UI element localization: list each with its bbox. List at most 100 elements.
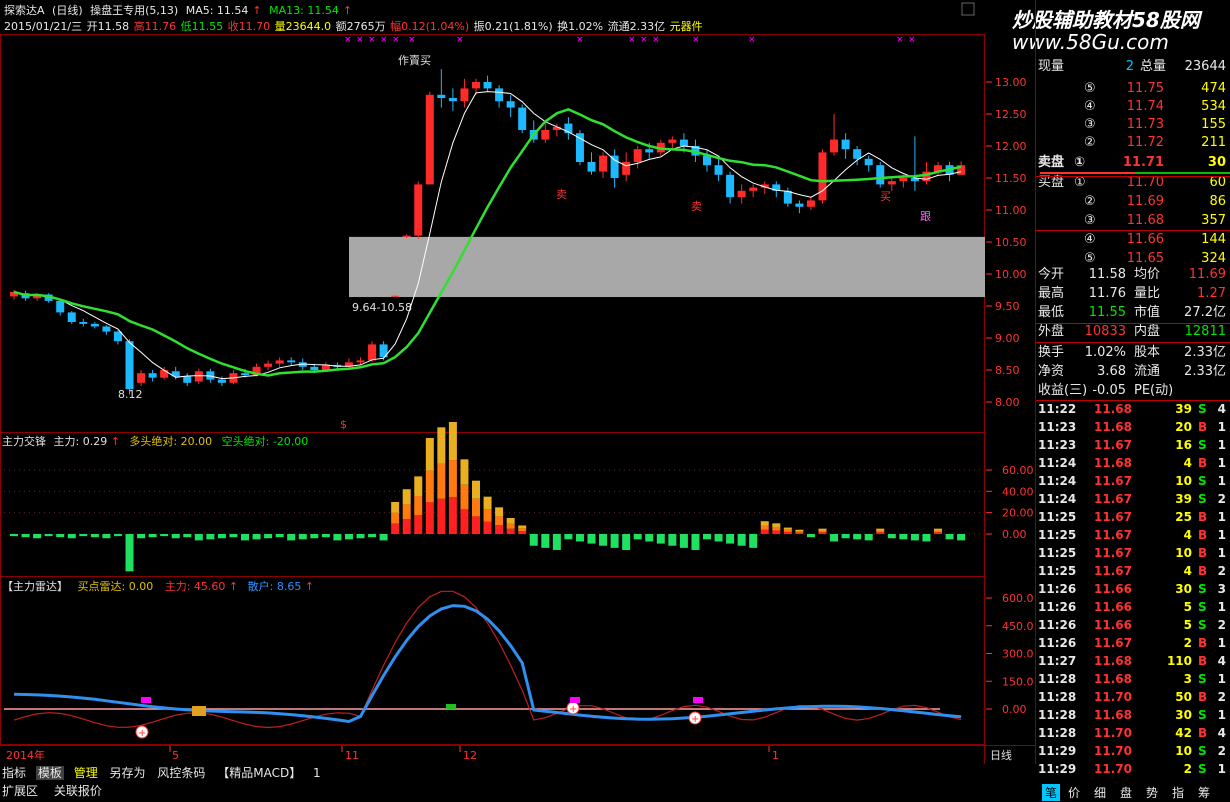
main-force-bar (518, 531, 527, 534)
tick-row: 11:26 11.66 30 S 3 (1038, 582, 1226, 596)
bid-ask-divider (1040, 172, 1230, 174)
short-force-bar (622, 534, 631, 550)
main-force-bar (495, 516, 504, 526)
tick-row: 11:26 11.66 5 S 1 (1038, 600, 1226, 614)
right-tab-0[interactable]: 笔 (1042, 784, 1061, 801)
candle-body (391, 295, 400, 297)
buy-label: 买 (880, 190, 891, 203)
candle-body (633, 149, 642, 162)
tick-row: 11:28 11.68 3 S 1 (1038, 672, 1226, 686)
chart-area[interactable]: 9.64-10.58 × × × × × × × × × × × × × × × 8.12 作賣买 卖 卖 … (0, 0, 1036, 764)
time-m5: 5 (172, 749, 179, 762)
short-force-bar (887, 534, 896, 539)
related-quote-button[interactable]: 关联报价 (52, 784, 104, 798)
candle-body (79, 322, 88, 324)
candle-body (356, 360, 365, 363)
panel2-kongtou: 空头绝对: -20.00 (222, 434, 309, 448)
main-force-bar (795, 532, 804, 534)
short-force-bar (922, 534, 931, 542)
radar-signal-icon (693, 697, 703, 703)
short-force-bar (102, 534, 111, 539)
tick-row: 11:25 11.67 10 B 1 (1038, 546, 1226, 560)
sell-label-2: 卖 (691, 200, 702, 213)
candle-body (67, 312, 76, 322)
main-force-bar (437, 463, 446, 499)
short-force-bar (633, 534, 642, 540)
window-toggle-icon[interactable] (961, 2, 975, 16)
right-tab-4[interactable]: 势 (1146, 784, 1158, 801)
panel2-duotou: 多头绝对: 20.00 (129, 434, 212, 448)
tick-row: 11:24 11.67 10 S 1 (1038, 474, 1226, 488)
tick-list[interactable]: 11:22 11.68 39 S 4 11:23 11.68 20 B 1 11:23 11.67 16… (1036, 400, 1230, 780)
main-force-bar (506, 518, 515, 524)
signal-marker: × (408, 35, 416, 45)
candle-body (876, 165, 885, 185)
short-force-bar (344, 534, 353, 540)
main-force-bar (483, 521, 492, 534)
panel2-tick: 20.00 (1002, 507, 1034, 520)
toolbar-saveas[interactable]: 另存为 (108, 766, 148, 780)
candle-body (806, 200, 815, 207)
main-force-bar (391, 502, 400, 513)
panel2-title: 主力交锋 (2, 434, 46, 448)
right-tabs: 笔价细盘势指筹 (1036, 782, 1230, 802)
short-force-bar (714, 534, 723, 542)
candle-body (148, 373, 157, 378)
short-force-bar (160, 534, 169, 537)
short-force-bar (148, 534, 157, 538)
panel-separator (1036, 342, 1230, 343)
tick-row: 11:22 11.68 39 S 4 (1038, 402, 1226, 416)
main-force-bar (772, 523, 781, 527)
toolbar-manage[interactable]: 管理 (72, 766, 100, 780)
short-force-bar (333, 534, 342, 541)
time-axis: 2014年 5 11 12 1 (6, 746, 779, 762)
main-force-bar (876, 532, 885, 534)
panel-separator (1036, 400, 1230, 401)
buy-row: ④ 11.66 144 (1084, 232, 1226, 247)
sell-label-1: 卖 (556, 188, 567, 201)
right-tab-6[interactable]: 筹 (1198, 784, 1210, 801)
short-force-bar (137, 534, 146, 539)
candle-body (818, 152, 827, 201)
short-force-bar (287, 534, 296, 541)
toolbar-macd[interactable]: 【精品MACD】 (215, 766, 303, 780)
tick-row: 11:23 11.68 20 B 1 (1038, 420, 1226, 434)
right-tab-5[interactable]: 指 (1172, 784, 1184, 801)
main-force-bar (818, 530, 827, 533)
time-m11: 11 (345, 749, 359, 762)
candle-body (183, 376, 192, 383)
price-tick: 10.50 (995, 236, 1027, 249)
tick-row: 11:25 11.67 25 B 1 (1038, 510, 1226, 524)
toolbar-template[interactable]: 模板 (35, 766, 64, 780)
panel3-sanhu: 散户: 8.65 (248, 579, 302, 593)
short-force-bar (125, 534, 134, 572)
main-force-bar (518, 528, 527, 532)
main-force-bar (483, 509, 492, 522)
right-tab-3[interactable]: 盘 (1120, 784, 1132, 801)
tick-row: 11:23 11.67 16 S 1 (1038, 438, 1226, 452)
price-tick: 9.00 (995, 332, 1020, 345)
panel2-tick: 60.00 (1002, 464, 1034, 477)
right-tab-1[interactable]: 价 (1068, 784, 1080, 801)
tick-row: 11:24 11.68 4 B 1 (1038, 456, 1226, 470)
main-force-bar (818, 532, 827, 534)
toolbar-page[interactable]: 1 (311, 766, 323, 780)
short-force-bar (264, 534, 273, 539)
candle-body (264, 363, 273, 367)
main-force-bar (783, 531, 792, 534)
signal-marker: × (692, 35, 700, 45)
main-force-bar (772, 530, 781, 534)
short-force-bar (726, 534, 735, 544)
panel2-tick: 0.00 (1002, 528, 1027, 541)
toolbar-risk[interactable]: 风控条码 (155, 766, 207, 780)
short-force-bar (552, 534, 561, 550)
short-force-bar (298, 534, 307, 540)
tick-row: 11:28 11.68 30 S 1 (1038, 708, 1226, 722)
candle-body (368, 344, 377, 361)
right-tab-2[interactable]: 细 (1094, 784, 1106, 801)
candle-body (472, 82, 480, 89)
short-force-bar (691, 534, 700, 550)
ext-area-button[interactable]: 扩展区 (0, 784, 40, 798)
toolbar-indicator[interactable]: 指标 (0, 766, 28, 780)
stat-row: 最低 11.55 市值 27.2亿 (1038, 305, 1226, 320)
